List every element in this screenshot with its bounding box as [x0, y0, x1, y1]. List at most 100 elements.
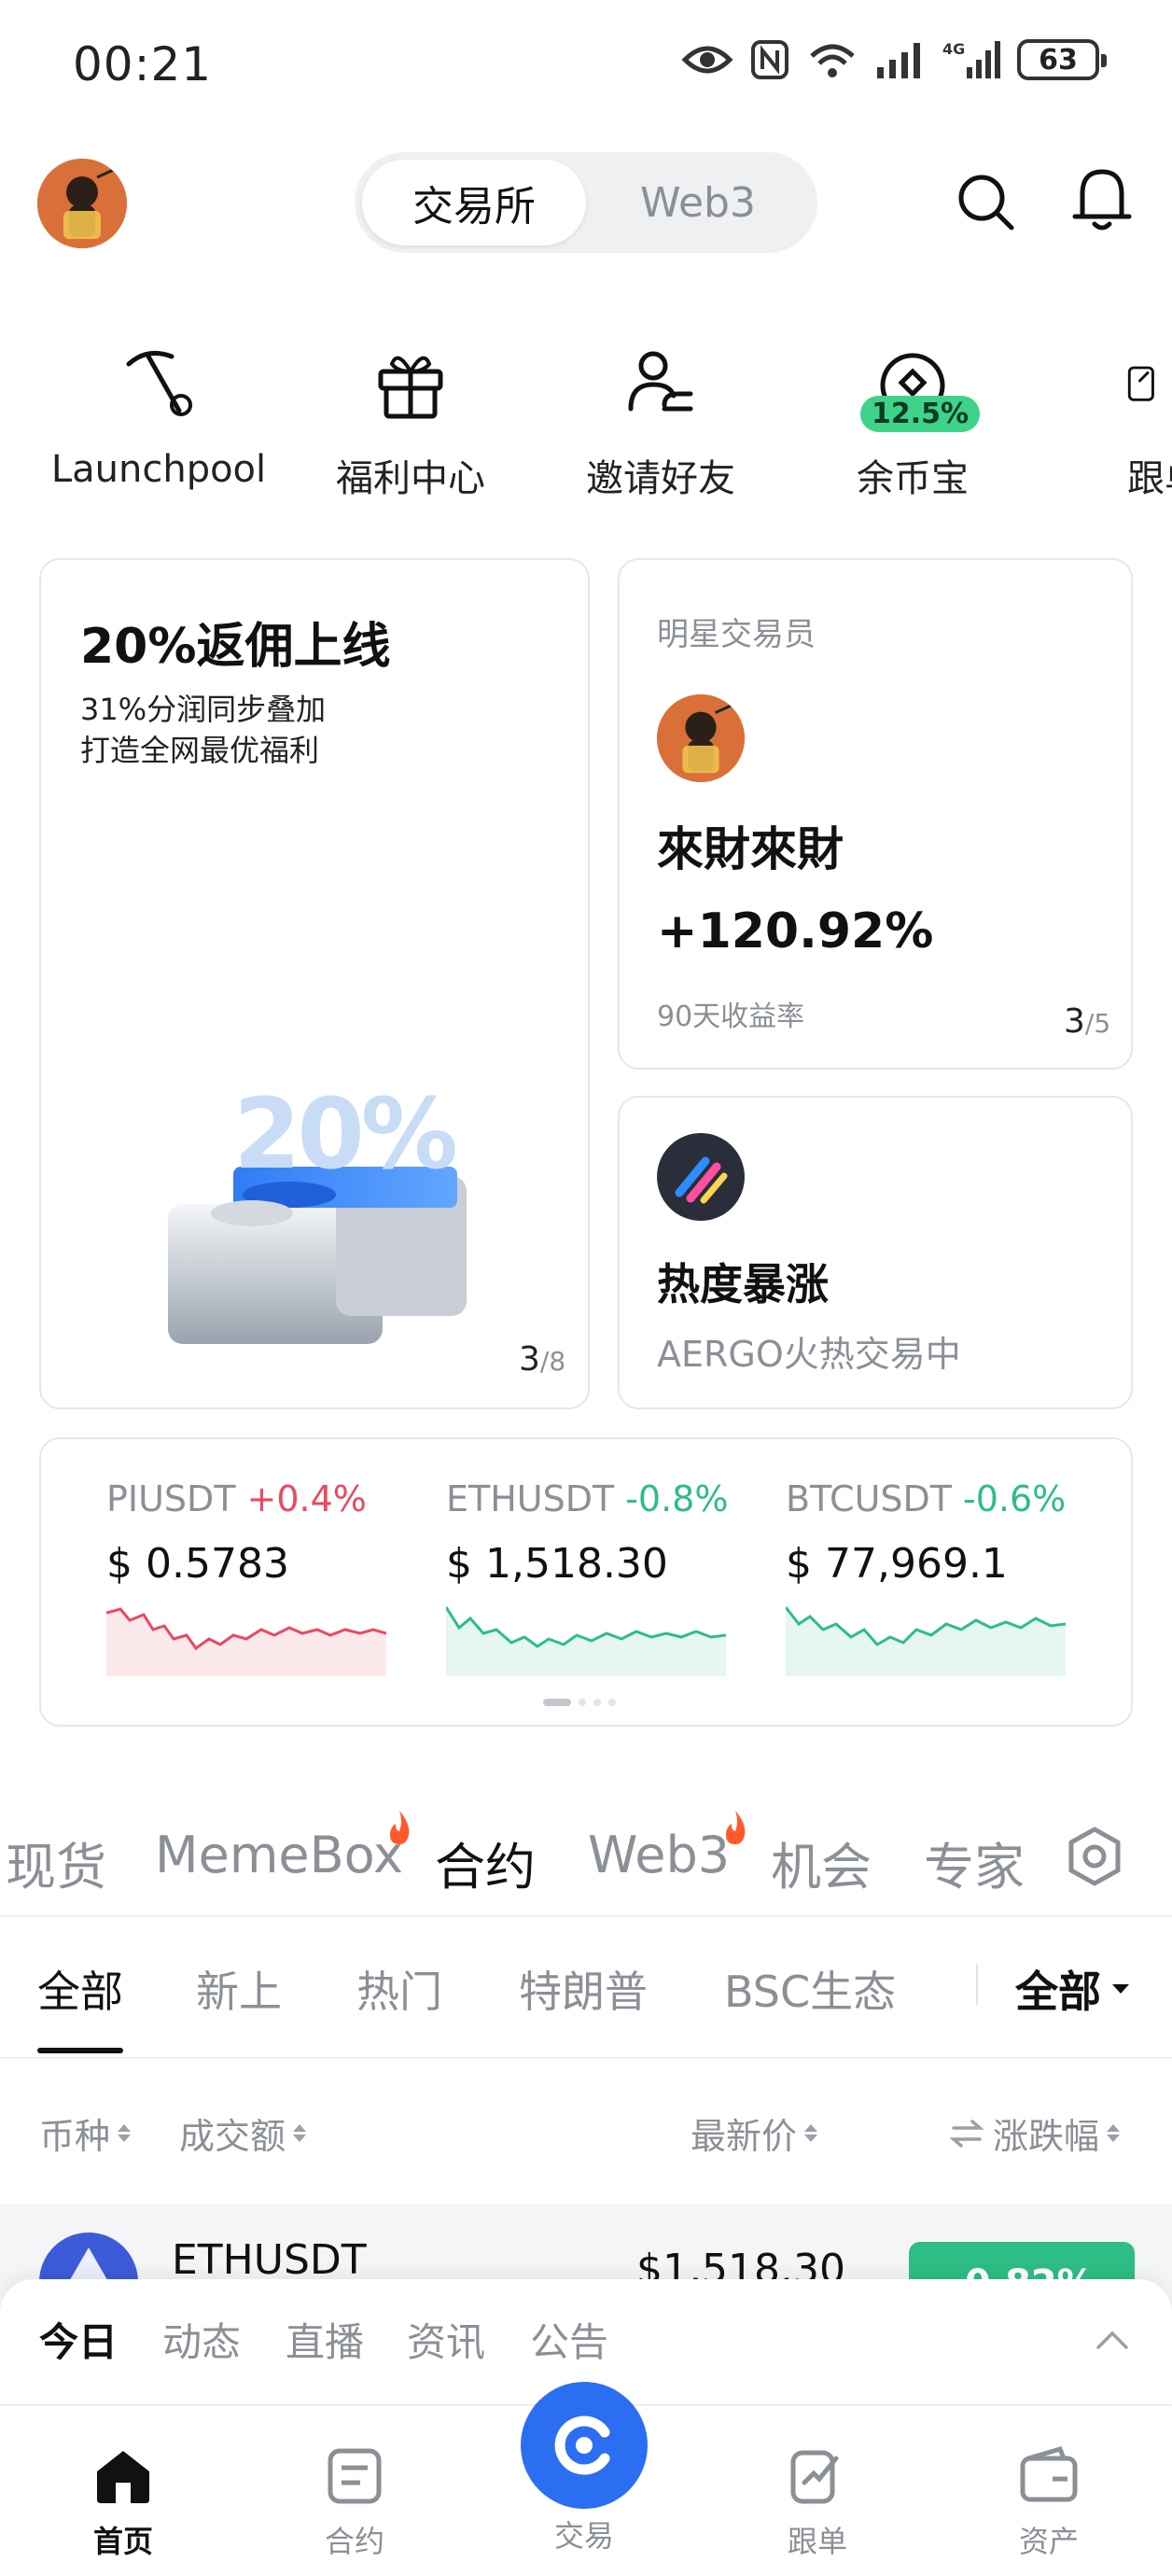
news-tab-live[interactable]: 直播	[286, 2311, 364, 2368]
exchange-web3-switch[interactable]: 交易所 Web3	[355, 152, 817, 253]
tab-web3[interactable]: Web3	[586, 160, 810, 245]
subtab-hot[interactable]: 热门	[356, 1958, 442, 2020]
home-icon	[97, 2451, 149, 2503]
tab-web3-market[interactable]: Web3	[588, 1826, 730, 1884]
ticker-piusdt[interactable]: PIUSDT +0.4% $ 0.5783	[106, 1478, 405, 1588]
promo-line-1: 31%分润同步叠加	[80, 692, 327, 727]
signal-4g-icon: 4G	[942, 40, 1000, 78]
shortcut-label: Launchpool	[50, 448, 267, 491]
bell-icon[interactable]	[1071, 164, 1133, 235]
status-icons: 4G 63	[681, 39, 1107, 80]
subtab-all[interactable]: 全部	[37, 1958, 123, 2020]
shortcut-label: 福利中心	[336, 457, 485, 500]
sort-icon	[118, 2124, 132, 2142]
settings-hex-icon[interactable]	[1064, 1826, 1125, 1887]
divider	[976, 1964, 978, 2005]
swap-icon	[949, 2119, 984, 2148]
shortcut-invite-friends[interactable]: 邀请好友	[539, 336, 782, 502]
nfc-icon	[751, 40, 788, 79]
divider	[0, 1915, 1172, 1917]
copy-trade-icon	[1127, 366, 1154, 401]
promo-title: 20%返佣上线	[80, 619, 391, 675]
ticker-change: +0.4%	[246, 1478, 367, 1519]
contract-icon	[328, 2448, 382, 2504]
ticker-ethusdt[interactable]: ETHUSDT -0.8% $ 1,518.30	[446, 1478, 745, 1588]
promo-line-2: 打造全网最优福利	[80, 733, 320, 768]
ticker-page-indicator	[543, 1699, 616, 1706]
promo-pager: 3/8	[519, 1340, 566, 1379]
nav-copy-trade[interactable]: 跟单	[743, 2445, 892, 2561]
hot-card-title: 热度暴涨	[657, 1259, 829, 1309]
subtab-bsc[interactable]: BSC生态	[724, 1958, 896, 2020]
nav-assets[interactable]: 资产	[974, 2445, 1123, 2561]
nav-futures[interactable]: 合约	[280, 2445, 429, 2561]
aergo-logo-icon	[657, 1133, 745, 1221]
column-change[interactable]: 涨跌幅	[948, 2107, 1121, 2159]
search-icon[interactable]	[956, 172, 1017, 233]
subtab-trump[interactable]: 特朗普	[519, 1958, 648, 2020]
ticker-price: $ 77,969.1	[786, 1540, 1008, 1588]
status-time: 00:21	[73, 37, 213, 91]
divider	[0, 2057, 1172, 2059]
trade-icon	[554, 2415, 610, 2475]
ticker-price: $ 1,518.30	[446, 1540, 668, 1588]
nav-home[interactable]: 首页	[49, 2445, 198, 2561]
star-trader-heading: 明星交易员	[657, 616, 816, 653]
promo-image-text: 20%	[233, 1077, 458, 1191]
shortcut-copy-trade[interactable]: 跟单	[1127, 336, 1172, 495]
pickaxe-icon	[126, 350, 192, 416]
hot-card-subtitle: AERGO火热交易中	[657, 1334, 961, 1375]
eye-icon	[681, 46, 733, 74]
avatar[interactable]	[37, 159, 127, 248]
sort-icon	[293, 2124, 307, 2142]
nav-label: 合约	[324, 2524, 384, 2559]
shortcut-label: 余币宝	[857, 457, 969, 500]
tab-opportunity[interactable]: 机会	[771, 1826, 872, 1899]
shortcut-label: 邀请好友	[586, 457, 735, 500]
column-volume[interactable]: 成交额	[179, 2107, 307, 2159]
news-tab-today[interactable]: 今日	[39, 2311, 118, 2368]
nav-trade-button[interactable]	[521, 2382, 648, 2509]
tab-experts[interactable]: 专家	[924, 1826, 1025, 1899]
ticker-change: -0.8%	[625, 1478, 729, 1519]
news-tab-updates[interactable]: 动态	[162, 2311, 241, 2368]
apy-badge: 12.5%	[860, 396, 981, 432]
nav-label: 首页	[92, 2524, 153, 2559]
chevron-up-icon[interactable]	[1095, 2330, 1129, 2350]
sort-icon	[1107, 2124, 1121, 2142]
shortcut-label: 跟单	[1127, 457, 1172, 495]
news-tab-announcements[interactable]: 公告	[530, 2311, 608, 2368]
sort-icon	[804, 2124, 818, 2142]
column-price[interactable]: 最新价	[691, 2107, 818, 2159]
sparkline-piusdt	[106, 1607, 386, 1676]
signal-icon	[877, 43, 920, 78]
wallet-icon	[1020, 2445, 1078, 2502]
ticker-symbol: BTCUSDT	[786, 1478, 952, 1519]
flame-icon	[726, 1811, 746, 1844]
subtab-underline	[37, 2048, 123, 2053]
filter-dropdown[interactable]: 全部	[1015, 1958, 1131, 2020]
nav-trade-label-wrap: 交易	[509, 2513, 659, 2555]
nav-label: 资产	[1018, 2524, 1079, 2559]
trader-avatar	[657, 694, 745, 782]
copy-trade-icon	[790, 2450, 839, 2504]
gift-icon	[378, 356, 443, 419]
flame-icon	[390, 1811, 410, 1844]
trader-return: +120.92%	[657, 903, 934, 959]
column-coin[interactable]: 币种	[39, 2107, 132, 2159]
shortcut-launchpool[interactable]: Launchpool	[37, 336, 280, 491]
shortcut-welfare-center[interactable]: 福利中心	[289, 336, 532, 502]
nav-label: 跟单	[787, 2524, 847, 2559]
star-trader-pager: 3/5	[1064, 1002, 1111, 1041]
wifi-icon	[810, 44, 855, 77]
tab-exchange[interactable]: 交易所	[362, 160, 586, 245]
nav-label: 交易	[553, 2518, 614, 2554]
trader-return-label: 90天收益率	[657, 1001, 805, 1033]
subtab-new[interactable]: 新上	[196, 1958, 282, 2020]
sparkline-btcusdt	[786, 1606, 1066, 1676]
tab-spot[interactable]: 现货	[6, 1826, 106, 1899]
tab-futures[interactable]: 合约	[435, 1826, 536, 1899]
tab-memebox[interactable]: MemeBox	[155, 1826, 403, 1884]
ticker-btcusdt[interactable]: BTCUSDT -0.6% $ 77,969.1	[786, 1478, 1084, 1588]
news-tab-news[interactable]: 资讯	[407, 2311, 485, 2368]
